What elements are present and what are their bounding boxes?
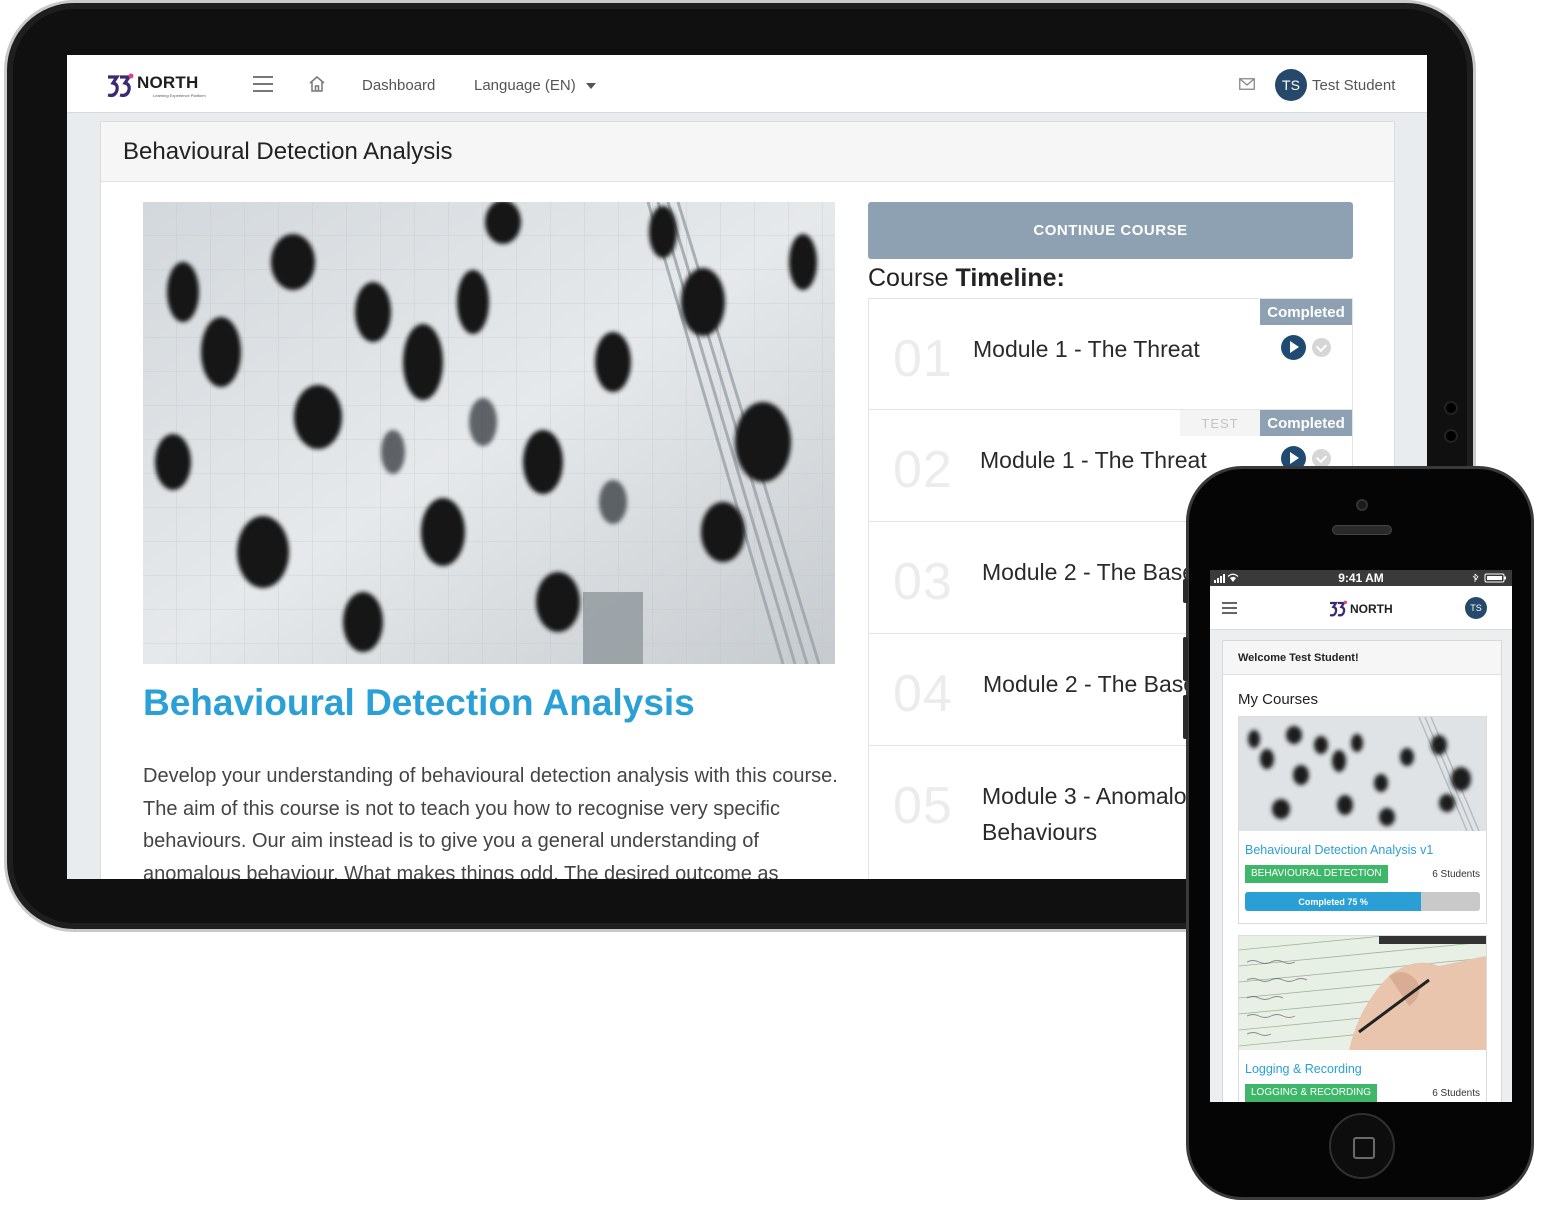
course-tag: LOGGING & RECORDING bbox=[1245, 1084, 1378, 1102]
course-tile[interactable]: Logging & Recording LOGGING & RECORDING … bbox=[1238, 925, 1487, 1102]
check-icon bbox=[1312, 338, 1331, 357]
student-count: 6 Students bbox=[1432, 869, 1480, 880]
module-number: 03 bbox=[893, 553, 953, 611]
course-tile-title[interactable]: Behavioural Detection Analysis v1 bbox=[1239, 836, 1486, 862]
top-navbar: NORTH Learning Experience Platform Dashb… bbox=[67, 55, 1427, 113]
phone-speaker bbox=[1332, 525, 1392, 535]
tablet-sensor bbox=[1444, 429, 1458, 443]
completed-badge: Completed bbox=[1260, 410, 1352, 436]
page-title: Behavioural Detection Analysis bbox=[101, 122, 1394, 182]
phone-volume-up bbox=[1183, 637, 1188, 681]
course-hero-image bbox=[143, 202, 835, 664]
language-dropdown[interactable]: Language (EN) bbox=[474, 77, 596, 94]
completed-badge: Completed bbox=[1260, 299, 1352, 325]
course-thumbnail bbox=[1239, 716, 1486, 832]
north-logo[interactable]: NORTH Learning Experience Platform bbox=[105, 71, 206, 101]
phone-home-button[interactable] bbox=[1329, 1113, 1395, 1179]
welcome-card: Welcome Test Student! My Courses Behavio… bbox=[1222, 640, 1502, 1102]
hamburger-menu-icon[interactable] bbox=[253, 76, 273, 92]
course-thumbnail bbox=[1238, 925, 1487, 1050]
home-icon[interactable] bbox=[307, 74, 327, 94]
progress-bar: Completed 75 % bbox=[1245, 892, 1480, 911]
course-description: Develop your understanding of behavioura… bbox=[143, 765, 838, 879]
module-name: Module 3 - Anomalous Behaviours bbox=[982, 783, 1211, 845]
logo-mark-icon bbox=[1329, 600, 1347, 617]
timeline-heading-bold: Timeline: bbox=[955, 264, 1065, 292]
north-logo[interactable]: NORTH bbox=[1328, 599, 1393, 619]
welcome-text: Welcome Test Student! bbox=[1223, 641, 1501, 675]
user-avatar[interactable]: TS bbox=[1275, 69, 1307, 101]
mobile-navbar: NORTH TS bbox=[1210, 586, 1512, 630]
phone-device: 9:41 AM NORTH TS Welcome Test Student! M… bbox=[1183, 466, 1534, 1200]
user-name[interactable]: Test Student bbox=[1312, 77, 1395, 94]
phone-screen: 9:41 AM NORTH TS Welcome Test Student! M… bbox=[1210, 570, 1512, 1102]
module-number: 04 bbox=[893, 665, 953, 723]
phone-volume-down bbox=[1183, 695, 1188, 739]
timeline-heading: Course Timeline: bbox=[868, 264, 1065, 293]
phone-camera bbox=[1356, 499, 1368, 511]
status-bar: 9:41 AM bbox=[1210, 570, 1512, 586]
module-number: 05 bbox=[893, 777, 953, 835]
course-tile-title[interactable]: Logging & Recording bbox=[1239, 1055, 1486, 1081]
course-tag: BEHAVIOURAL DETECTION bbox=[1245, 865, 1388, 883]
module-number: 02 bbox=[893, 441, 953, 499]
timeline-item[interactable]: 01 Module 1 - The Threat Completed bbox=[868, 298, 1353, 410]
battery-icon bbox=[1472, 573, 1506, 583]
hamburger-menu-icon[interactable] bbox=[1222, 602, 1237, 614]
mail-icon[interactable] bbox=[1239, 78, 1255, 90]
nav-dashboard-link[interactable]: Dashboard bbox=[362, 77, 435, 94]
logo-text: NORTH bbox=[1350, 602, 1393, 616]
student-count: 6 Students bbox=[1432, 1088, 1480, 1099]
logo-text: NORTH bbox=[137, 73, 199, 92]
user-avatar[interactable]: TS bbox=[1465, 597, 1487, 619]
logo-subtitle: Learning Experience Platform bbox=[153, 93, 206, 98]
my-courses-heading: My Courses bbox=[1238, 691, 1319, 708]
course-tile[interactable]: Behavioural Detection Analysis v1 BEHAVI… bbox=[1238, 716, 1487, 924]
status-time: 9:41 AM bbox=[1338, 571, 1384, 585]
continue-course-button[interactable]: CONTINUE COURSE bbox=[868, 202, 1353, 259]
module-name: Module 1 - The Threat bbox=[973, 336, 1200, 362]
timeline-heading-prefix: Course bbox=[868, 264, 949, 292]
course-title: Behavioural Detection Analysis bbox=[143, 682, 695, 723]
caret-down-icon bbox=[585, 83, 596, 90]
language-label: Language (EN) bbox=[474, 77, 576, 94]
phone-mute-switch bbox=[1183, 579, 1188, 603]
play-icon[interactable] bbox=[1281, 335, 1306, 360]
progress-fill: Completed 75 % bbox=[1245, 892, 1422, 911]
module-number: 01 bbox=[893, 330, 953, 388]
logo-mark-icon bbox=[107, 73, 134, 98]
test-badge[interactable]: TEST bbox=[1180, 410, 1260, 436]
mobile-body: Welcome Test Student! My Courses Behavio… bbox=[1210, 630, 1512, 1102]
tablet-camera bbox=[1444, 401, 1458, 415]
